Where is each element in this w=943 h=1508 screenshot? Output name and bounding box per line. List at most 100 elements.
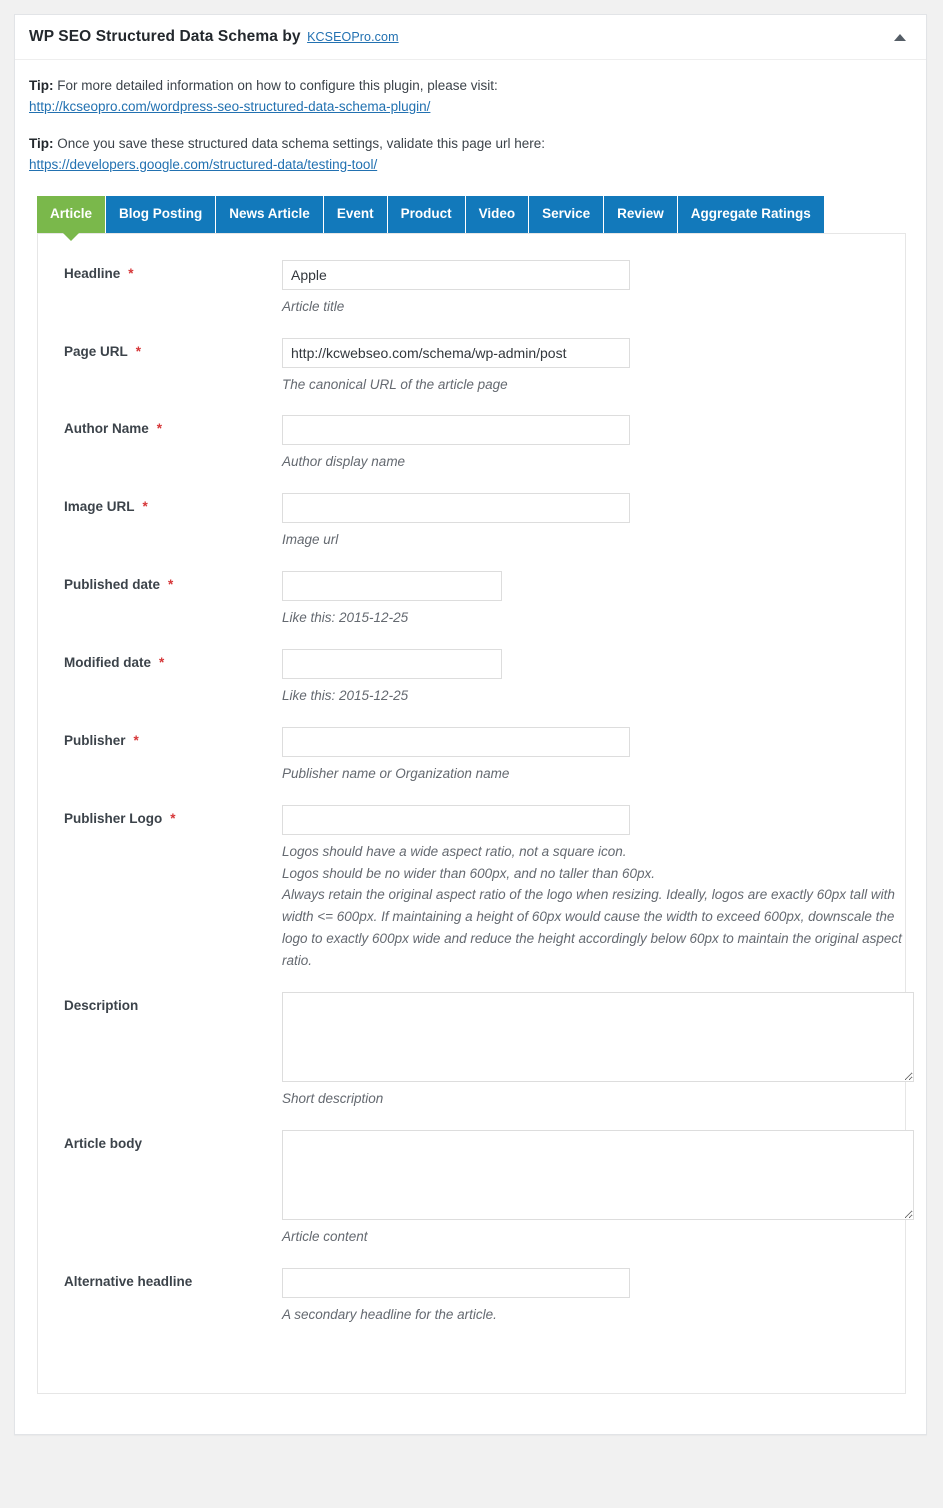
caret-up-glyph xyxy=(894,33,906,41)
tab-label: Product xyxy=(400,205,452,221)
tip-block: Tip: For more detailed information on ho… xyxy=(29,76,912,118)
field-label-text: Alternative headline xyxy=(64,1273,193,1289)
field-help-author-name: Author display name xyxy=(282,451,905,473)
field-label-author-name: Author Name * xyxy=(64,415,282,438)
field-help-publisher-logo: Logos should have a wide aspect ratio, n… xyxy=(282,841,905,972)
field-row-alternative-headline: Alternative headline A secondary headline… xyxy=(38,1267,905,1326)
article-body-input[interactable] xyxy=(282,1129,914,1220)
required-asterisk: * xyxy=(142,499,148,515)
tab-service[interactable]: Service xyxy=(529,195,605,233)
caret-up-icon[interactable] xyxy=(890,27,910,47)
field-label-text: Description xyxy=(64,997,139,1013)
headline-input[interactable] xyxy=(282,259,630,290)
help-line: The canonical URL of the article page xyxy=(282,376,508,392)
tab-label: Article xyxy=(50,205,93,221)
tip-link[interactable]: http://kcseopro.com/wordpress-seo-struct… xyxy=(29,97,912,118)
field-help-published-date: Like this: 2015-12-25 xyxy=(282,607,905,629)
field-label-text: Publisher Logo xyxy=(64,810,163,826)
required-asterisk: * xyxy=(170,810,176,826)
description-input[interactable] xyxy=(282,991,914,1082)
tips-container: Tip: For more detailed information on ho… xyxy=(29,76,912,176)
field-control-alternative-headline: A secondary headline for the article. xyxy=(282,1267,905,1326)
help-line: Logos should have a wide aspect ratio, n… xyxy=(282,843,627,859)
page-title: WP SEO Structured Data Schema by KCSEOPr… xyxy=(29,28,399,46)
tab-article[interactable]: Article xyxy=(37,195,107,233)
kcseopro-link[interactable]: KCSEOPro.com xyxy=(307,30,399,44)
field-row-author-name: Author Name * Author display name xyxy=(38,415,905,473)
required-asterisk: * xyxy=(156,421,163,437)
page-title-text: WP SEO Structured Data Schema by xyxy=(29,28,301,45)
field-label-image-url: Image URL * xyxy=(64,493,282,516)
tab-blog-posting[interactable]: Blog Posting xyxy=(106,195,217,233)
field-help-alternative-headline: A secondary headline for the article. xyxy=(282,1304,905,1326)
field-control-published-date: Like this: 2015-12-25 xyxy=(282,571,905,629)
field-control-description: Short description xyxy=(282,991,914,1110)
required-asterisk: * xyxy=(168,577,174,593)
help-line: Image url xyxy=(282,532,339,548)
field-help-image-url: Image url xyxy=(282,529,905,551)
field-control-headline: Article title xyxy=(282,259,905,318)
field-control-modified-date: Like this: 2015-12-25 xyxy=(282,648,905,707)
field-label-description: Description xyxy=(64,992,282,1015)
tip-link[interactable]: https://developers.google.com/structured… xyxy=(29,155,912,176)
field-label-article-body: Article body xyxy=(64,1130,282,1153)
required-asterisk: * xyxy=(133,732,139,748)
field-row-headline: Headline * Article title xyxy=(38,259,905,318)
author-name-input[interactable] xyxy=(282,415,630,446)
tab-label: Review xyxy=(617,205,664,221)
field-label-publisher: Publisher * xyxy=(64,727,282,750)
field-control-image-url: Image url xyxy=(282,493,905,551)
field-label-text: Article body xyxy=(64,1135,143,1151)
field-row-image-url: Image URL * Image url xyxy=(38,493,905,551)
help-line: Article content xyxy=(282,1228,368,1244)
article-tab-panel: Headline * Article title Page URL * The canon… xyxy=(37,232,914,1395)
help-line: Always retain the original aspect ratio … xyxy=(282,887,902,968)
tab-video[interactable]: Video xyxy=(465,195,530,233)
schema-type-tabs: Article Blog Posting News Article Event Prod… xyxy=(37,195,912,233)
field-label-text: Image URL xyxy=(64,499,135,515)
field-row-publisher-logo: Publisher Logo * Logos should have a wide … xyxy=(38,804,905,972)
publisher-logo-input[interactable] xyxy=(282,804,630,835)
tab-label: News Article xyxy=(229,205,310,221)
field-control-author-name: Author display name xyxy=(282,415,905,473)
help-line: Publisher name or Organization name xyxy=(282,765,510,781)
field-label-text: Publisher xyxy=(64,732,126,748)
tab-news-article[interactable]: News Article xyxy=(216,195,324,233)
postbox-header: WP SEO Structured Data Schema by KCSEOPr… xyxy=(15,15,926,60)
tip-block: Tip: Once you save these structured data… xyxy=(29,134,912,176)
page-url-input[interactable] xyxy=(282,337,630,368)
required-asterisk: * xyxy=(135,343,142,359)
alternative-headline-input[interactable] xyxy=(282,1267,630,1298)
field-row-article-body: Article body Article content xyxy=(38,1129,914,1248)
help-line: Short description xyxy=(282,1090,384,1106)
field-row-page-url: Page URL * The canonical URL of the articl… xyxy=(38,337,905,396)
help-line: Article title xyxy=(282,298,345,314)
field-label-text: Page URL xyxy=(64,343,128,359)
field-help-headline: Article title xyxy=(282,296,905,318)
tip-label: Tip: xyxy=(29,78,54,93)
field-control-publisher-logo: Logos should have a wide aspect ratio, n… xyxy=(282,804,905,972)
field-row-published-date: Published date * Like this: 2015-12-25 xyxy=(38,571,905,629)
field-label-text: Headline xyxy=(64,265,121,281)
published-date-input[interactable] xyxy=(282,571,502,602)
tab-aggregate-ratings[interactable]: Aggregate Ratings xyxy=(677,195,824,233)
image-url-input[interactable] xyxy=(282,493,630,524)
field-label-published-date: Published date * xyxy=(64,571,282,594)
field-label-text: Published date xyxy=(64,577,161,593)
tab-product[interactable]: Product xyxy=(387,195,466,233)
field-help-publisher: Publisher name or Organization name xyxy=(282,763,905,785)
help-line: Logos should be no wider than 600px, and… xyxy=(282,865,656,881)
field-label-text: Modified date xyxy=(64,654,151,670)
tab-label: Event xyxy=(336,205,374,221)
tab-event[interactable]: Event xyxy=(323,195,388,233)
publisher-input[interactable] xyxy=(282,726,630,757)
modified-date-input[interactable] xyxy=(282,648,502,679)
help-line: Like this: 2015-12-25 xyxy=(282,687,409,703)
field-row-modified-date: Modified date * Like this: 2015-12-25 xyxy=(38,648,905,707)
help-line: Like this: 2015-12-25 xyxy=(282,610,409,626)
tab-review[interactable]: Review xyxy=(604,195,678,233)
field-control-article-body: Article content xyxy=(282,1129,914,1248)
field-control-page-url: The canonical URL of the article page xyxy=(282,337,905,396)
field-label-headline: Headline * xyxy=(64,260,282,283)
field-label-modified-date: Modified date * xyxy=(64,649,282,672)
